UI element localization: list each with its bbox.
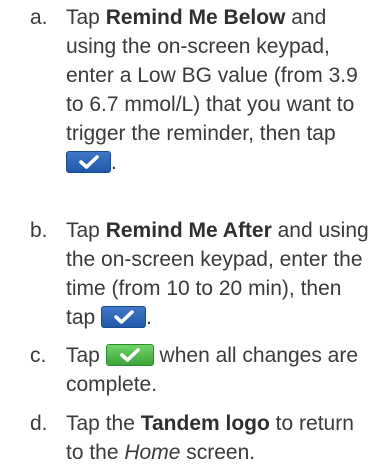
confirm-button-blue (101, 306, 147, 328)
step-text-end: screen. (180, 441, 256, 464)
confirm-button-green (105, 344, 154, 366)
step-text-end: . (111, 151, 117, 174)
step-d: d. Tap the Tandem logo to return to the … (30, 409, 375, 467)
step-text: Tap Remind Me Below and using the on-scr… (66, 3, 371, 177)
step-text-pre: Tap the (66, 412, 141, 435)
check-icon (78, 154, 100, 170)
check-icon (119, 347, 141, 363)
check-icon (113, 309, 135, 325)
remind-me-below-label: Remind Me Below (105, 6, 286, 29)
step-text: Tap when all changes are complete. (66, 341, 371, 399)
step-letter: a. (30, 6, 48, 29)
step-letter: c. (30, 344, 47, 367)
step-b: b. Tap Remind Me After and using the on-… (30, 216, 375, 332)
step-text-pre: Tap (66, 6, 106, 29)
tandem-logo-label: Tandem logo (140, 412, 270, 435)
step-text-end: . (146, 306, 152, 329)
step-a: a. Tap Remind Me Below and using the on-… (30, 3, 375, 177)
step-letter: d. (30, 412, 48, 435)
home-screen-label: Home (124, 441, 181, 464)
remind-me-after-label: Remind Me After (105, 219, 272, 242)
step-text-pre: Tap (66, 344, 100, 367)
step-text: Tap the Tandem logo to return to the Hom… (66, 409, 371, 467)
step-c: c. Tap when all changes are complete. (30, 341, 375, 399)
confirm-button-blue (66, 151, 111, 173)
step-text-pre: Tap (66, 219, 106, 242)
step-text: Tap Remind Me After and using the on-scr… (66, 216, 371, 332)
step-letter: b. (30, 219, 48, 242)
